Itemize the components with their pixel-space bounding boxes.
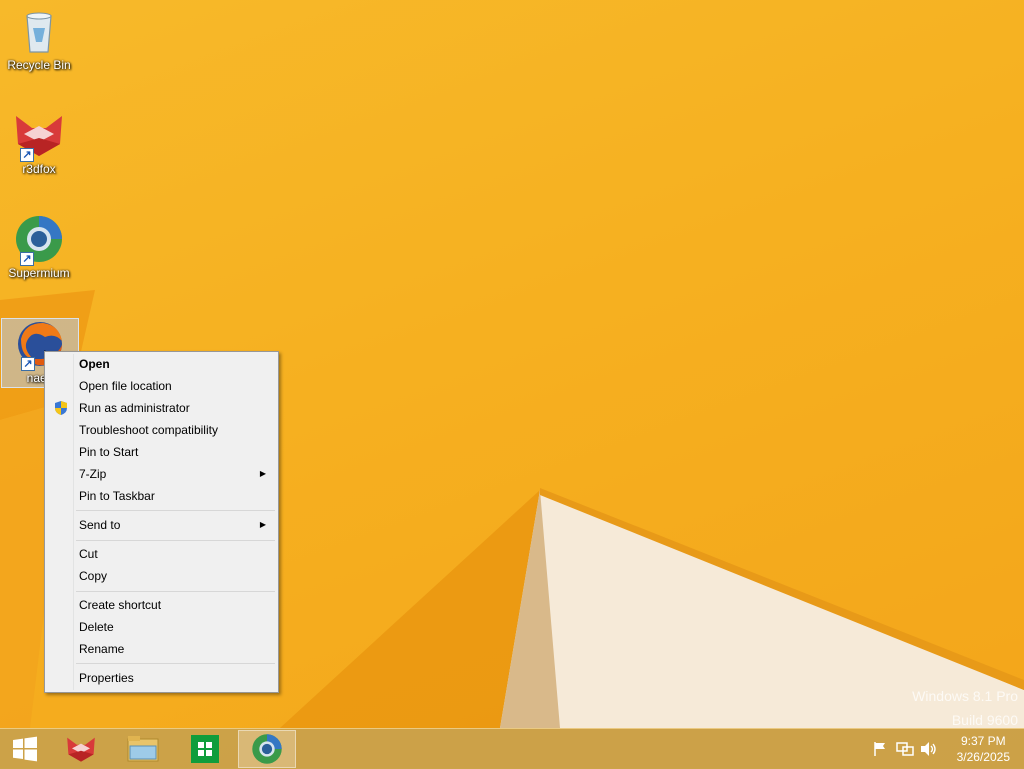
menu-item-send-to[interactable]: Send to ▶ [47,514,276,536]
recycle-bin-icon [14,6,64,56]
menu-item-create-shortcut[interactable]: Create shortcut [47,594,276,616]
desktop-icon-label: Supermium [8,266,70,280]
r3dfox-icon [67,737,95,762]
folder-icon [127,736,159,762]
taskbar-r3dfox[interactable] [52,730,110,768]
shortcut-arrow-icon: ↗ [21,357,35,371]
menu-separator [76,540,275,541]
menu-separator [76,510,275,511]
clock-date: 3/26/2025 [956,750,1010,764]
menu-item-pin-to-taskbar[interactable]: Pin to Taskbar [47,485,276,507]
menu-item-label: Troubleshoot compatibility [79,423,218,437]
context-menu: Open Open file location Run as administr… [44,351,279,693]
menu-item-label: Rename [79,642,125,656]
menu-item-label: Open [79,357,110,371]
menu-item-7-zip[interactable]: 7-Zip ▶ [47,463,276,485]
desktop-icon-r3dfox[interactable]: ↗ r3dfox [4,110,74,176]
menu-item-run-as-administrator[interactable]: Run as administrator [47,397,276,419]
uac-shield-icon [55,401,67,415]
action-center-flag-icon[interactable] [872,741,888,757]
taskbar-file-explorer[interactable] [114,730,172,768]
watermark-edition: Windows 8.1 Pro [912,688,1018,704]
desktop-icon-recycle-bin[interactable]: Recycle Bin [4,6,74,72]
r3dfox-icon: ↗ [14,110,64,162]
menu-item-open-file-location[interactable]: Open file location [47,375,276,397]
shortcut-arrow-icon: ↗ [20,148,34,162]
menu-item-label: Run as administrator [79,401,190,415]
taskbar: 9:37 PM 3/26/2025 [0,728,1024,769]
menu-item-properties[interactable]: Properties [47,667,276,689]
taskbar-supermium[interactable] [238,730,296,768]
menu-item-label: Properties [79,671,134,685]
supermium-icon [252,734,282,764]
menu-item-label: 7-Zip [79,467,107,481]
start-button[interactable] [0,730,50,768]
system-tray [872,729,938,769]
menu-item-troubleshoot-compatibility[interactable]: Troubleshoot compatibility [47,419,276,441]
menu-item-delete[interactable]: Delete [47,616,276,638]
network-icon[interactable] [896,741,914,757]
menu-separator [76,591,275,592]
menu-item-open[interactable]: Open [47,353,276,375]
menu-item-pin-to-start[interactable]: Pin to Start [47,441,276,463]
desktop-icon-supermium[interactable]: ↗ Supermium [4,214,74,280]
menu-item-label: Copy [79,569,108,583]
taskbar-store[interactable] [176,730,234,768]
submenu-arrow-icon: ▶ [259,469,266,478]
menu-item-label: Cut [79,547,98,561]
shortcut-arrow-icon: ↗ [20,252,34,266]
menu-item-label: Pin to Taskbar [79,489,155,503]
desktop-icon-label: r3dfox [22,162,56,176]
menu-item-rename[interactable]: Rename [47,638,276,660]
menu-item-label: Create shortcut [79,598,162,612]
clock-time: 9:37 PM [960,734,1006,748]
windows-build-watermark: Windows 8.1 Pro Build 9600 [912,684,1018,732]
volume-icon[interactable] [920,741,938,757]
desktop-icon-label: Recycle Bin [7,58,71,72]
supermium-icon: ↗ [14,214,64,266]
windows-logo-icon [13,736,37,762]
menu-item-label: Delete [79,620,114,634]
submenu-arrow-icon: ▶ [259,520,266,529]
store-icon [191,735,219,763]
taskbar-clock[interactable]: 9:37 PM 3/26/2025 [957,733,1010,765]
menu-separator [76,663,275,664]
menu-item-copy[interactable]: Copy [47,565,276,587]
menu-item-cut[interactable]: Cut [47,543,276,565]
menu-item-label: Pin to Start [79,445,139,459]
menu-item-label: Send to [79,518,121,532]
menu-item-label: Open file location [79,379,172,393]
